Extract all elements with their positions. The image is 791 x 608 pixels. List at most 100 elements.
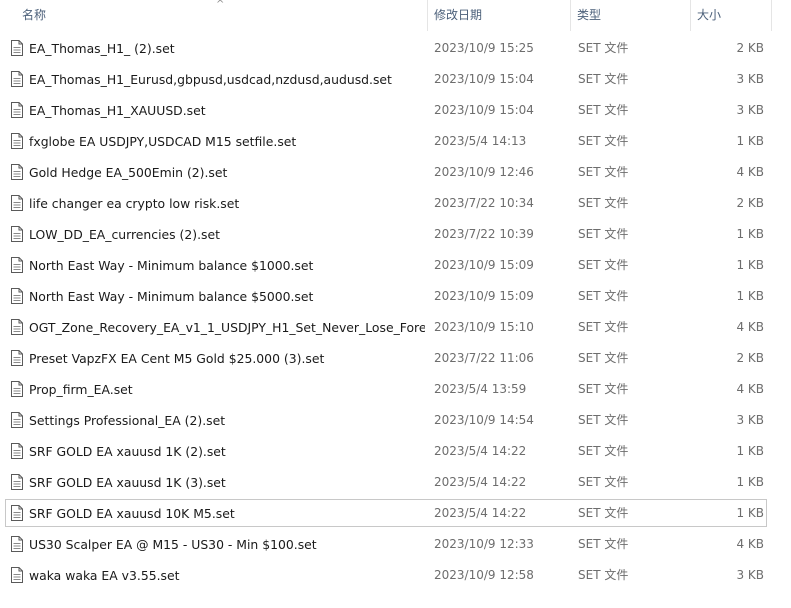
file-size: 2 KB: [736, 196, 764, 210]
file-size: 2 KB: [736, 351, 764, 365]
file-modified-date: 2023/5/4 14:13: [434, 134, 527, 148]
column-header-date[interactable]: 修改日期: [428, 0, 569, 31]
file-modified-date: 2023/5/4 13:59: [434, 382, 527, 396]
file-name: Settings Professional_EA (2).set: [29, 413, 226, 428]
file-size: 1 KB: [736, 475, 764, 489]
file-modified-date: 2023/10/9 12:58: [434, 568, 534, 582]
file-size: 1 KB: [736, 506, 764, 520]
file-type: SET 文件: [578, 196, 629, 210]
file-name: SRF GOLD EA xauusd 10K M5.set: [29, 506, 235, 521]
file-row[interactable]: North East Way - Minimum balance $1000.s…: [0, 250, 791, 281]
file-name: North East Way - Minimum balance $1000.s…: [29, 258, 314, 273]
document-file-icon: [11, 350, 23, 366]
file-modified-date: 2023/5/4 14:22: [434, 475, 527, 489]
file-type: SET 文件: [578, 258, 629, 272]
file-modified-date: 2023/7/22 10:39: [434, 227, 534, 241]
file-row[interactable]: OGT_Zone_Recovery_EA_v1_1_USDJPY_H1_Set_…: [0, 312, 791, 343]
document-file-icon: [11, 474, 23, 490]
document-file-icon: [11, 536, 23, 552]
file-type: SET 文件: [578, 568, 629, 582]
file-row[interactable]: North East Way - Minimum balance $5000.s…: [0, 281, 791, 312]
column-divider[interactable]: [771, 0, 772, 31]
file-size: 1 KB: [736, 227, 764, 241]
file-row[interactable]: fxglobe EA USDJPY,USDCAD M15 setfile.set…: [0, 126, 791, 157]
file-modified-date: 2023/10/9 15:04: [434, 103, 534, 117]
file-row[interactable]: SRF GOLD EA xauusd 1K (3).set 2023/5/4 14…: [0, 467, 791, 498]
file-row[interactable]: life changer ea crypto low risk.set 2023/…: [0, 188, 791, 219]
file-modified-date: 2023/7/22 10:34: [434, 196, 534, 210]
file-modified-date: 2023/5/4 14:22: [434, 506, 527, 520]
file-row[interactable]: Prop_firm_EA.set 2023/5/4 13:59 SET 文件 4 KB: [0, 374, 791, 405]
document-file-icon: [11, 40, 23, 56]
column-header-size[interactable]: 大小: [691, 0, 771, 31]
file-type: SET 文件: [578, 41, 629, 55]
file-name: EA_Thomas_H1_XAUUSD.set: [29, 103, 206, 118]
file-modified-date: 2023/10/9 15:10: [434, 320, 534, 334]
file-name: North East Way - Minimum balance $5000.s…: [29, 289, 314, 304]
file-row[interactable]: Preset VapzFX EA Cent M5 Gold $25.000 (3…: [0, 343, 791, 374]
file-row[interactable]: EA_Thomas_H1_ (2).set 2023/10/9 15:25 SET …: [0, 33, 791, 64]
file-name: SRF GOLD EA xauusd 1K (2).set: [29, 444, 226, 459]
file-type: SET 文件: [578, 413, 629, 427]
document-file-icon: [11, 381, 23, 397]
file-type: SET 文件: [578, 134, 629, 148]
file-size: 3 KB: [736, 72, 764, 86]
file-type: SET 文件: [578, 289, 629, 303]
file-row[interactable]: SRF GOLD EA xauusd 10K M5.set 2023/5/4 14…: [0, 498, 791, 529]
file-size: 4 KB: [736, 165, 764, 179]
file-row[interactable]: waka waka EA v3.55.set 2023/10/9 12:58 SET…: [0, 560, 791, 591]
file-type: SET 文件: [578, 103, 629, 117]
file-row[interactable]: Settings Professional_EA (2).set 2023/10/…: [0, 405, 791, 436]
file-modified-date: 2023/5/4 14:22: [434, 444, 527, 458]
file-name: Gold Hedge EA_500Emin (2).set: [29, 165, 228, 180]
file-modified-date: 2023/7/22 11:06: [434, 351, 534, 365]
file-row[interactable]: Gold Hedge EA_500Emin (2).set 2023/10/9 1…: [0, 157, 791, 188]
file-name: life changer ea crypto low risk.set: [29, 196, 240, 211]
file-modified-date: 2023/10/9 12:46: [434, 165, 534, 179]
file-name: LOW_DD_EA_currencies (2).set: [29, 227, 220, 242]
file-type: SET 文件: [578, 382, 629, 396]
file-name: US30 Scalper EA @ M15 - US30 - Min $100.…: [29, 537, 317, 552]
file-modified-date: 2023/10/9 15:25: [434, 41, 534, 55]
column-header-type[interactable]: 类型: [571, 0, 689, 31]
file-name: SRF GOLD EA xauusd 1K (3).set: [29, 475, 226, 490]
column-header-name[interactable]: 名称: [16, 0, 426, 31]
document-file-icon: [11, 102, 23, 118]
file-size: 3 KB: [736, 103, 764, 117]
file-size: 1 KB: [736, 258, 764, 272]
file-type: SET 文件: [578, 72, 629, 86]
column-header-bar: ^ 名称 修改日期 类型 大小: [0, 0, 791, 31]
document-file-icon: [11, 288, 23, 304]
document-file-icon: [11, 71, 23, 87]
file-size: 4 KB: [736, 382, 764, 396]
file-type: SET 文件: [578, 506, 629, 520]
file-size: 4 KB: [736, 537, 764, 551]
file-row[interactable]: US30 Scalper EA @ M15 - US30 - Min $100.…: [0, 529, 791, 560]
file-name: OGT_Zone_Recovery_EA_v1_1_USDJPY_H1_Set_…: [29, 320, 425, 335]
file-size: 3 KB: [736, 568, 764, 582]
file-size: 3 KB: [736, 413, 764, 427]
file-name: Preset VapzFX EA Cent M5 Gold $25.000 (3…: [29, 351, 325, 366]
file-modified-date: 2023/10/9 15:09: [434, 258, 534, 272]
file-modified-date: 2023/10/9 12:33: [434, 537, 534, 551]
document-file-icon: [11, 412, 23, 428]
file-list: EA_Thomas_H1_ (2).set 2023/10/9 15:25 SET …: [0, 33, 791, 591]
file-modified-date: 2023/10/9 15:09: [434, 289, 534, 303]
file-size: 2 KB: [736, 41, 764, 55]
file-name: EA_Thomas_H1_ (2).set: [29, 41, 175, 56]
file-type: SET 文件: [578, 351, 629, 365]
file-name: Prop_firm_EA.set: [29, 382, 133, 397]
file-row[interactable]: SRF GOLD EA xauusd 1K (2).set 2023/5/4 14…: [0, 436, 791, 467]
file-name: fxglobe EA USDJPY,USDCAD M15 setfile.set: [29, 134, 297, 149]
file-type: SET 文件: [578, 537, 629, 551]
file-size: 4 KB: [736, 320, 764, 334]
document-file-icon: [11, 164, 23, 180]
document-file-icon: [11, 567, 23, 583]
file-row[interactable]: EA_Thomas_H1_XAUUSD.set 2023/10/9 15:04 SE…: [0, 95, 791, 126]
file-modified-date: 2023/10/9 15:04: [434, 72, 534, 86]
file-size: 1 KB: [736, 444, 764, 458]
file-type: SET 文件: [578, 444, 629, 458]
document-file-icon: [11, 257, 23, 273]
file-row[interactable]: EA_Thomas_H1_Eurusd,gbpusd,usdcad,nzdusd…: [0, 64, 791, 95]
file-row[interactable]: LOW_DD_EA_currencies (2).set 2023/7/22 10…: [0, 219, 791, 250]
